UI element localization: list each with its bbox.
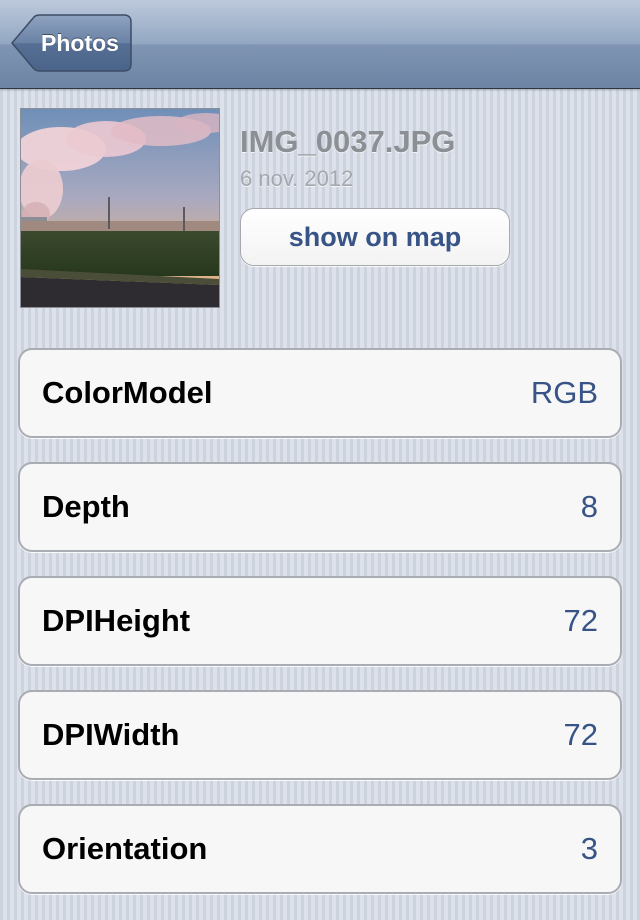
metadata-key: DPIWidth	[42, 717, 180, 752]
metadata-key: Orientation	[42, 831, 208, 866]
metadata-value: 3	[580, 831, 598, 866]
metadata-row-depth: Depth 8	[18, 462, 622, 552]
metadata-row-colormodel: ColorModel RGB	[18, 348, 622, 438]
metadata-value: 72	[563, 603, 598, 638]
metadata-value: 72	[563, 717, 598, 752]
photo-thumbnail[interactable]	[20, 108, 220, 308]
navigation-bar: Photos	[0, 0, 640, 89]
photo-date: 6 nov. 2012	[240, 166, 354, 191]
back-button-label: Photos	[41, 30, 119, 56]
metadata-value: RGB	[530, 375, 598, 410]
metadata-row-dpiheight: DPIHeight 72	[18, 576, 622, 666]
metadata-row-dpiwidth: DPIWidth 72	[18, 690, 622, 780]
metadata-list: ColorModel RGB Depth 8 DPIHeight 72 DPIW…	[18, 348, 622, 918]
metadata-key: ColorModel	[42, 375, 213, 410]
metadata-key: DPIHeight	[42, 603, 191, 638]
metadata-row-orientation: Orientation 3	[18, 804, 622, 894]
metadata-value: 8	[580, 489, 598, 524]
metadata-key: Depth	[42, 489, 130, 524]
back-button-photos[interactable]: Photos	[10, 14, 132, 72]
photo-filename: IMG_0037.JPG	[240, 124, 456, 159]
landscape-photo-image	[21, 109, 219, 307]
show-on-map-button[interactable]: show on map	[240, 208, 510, 266]
